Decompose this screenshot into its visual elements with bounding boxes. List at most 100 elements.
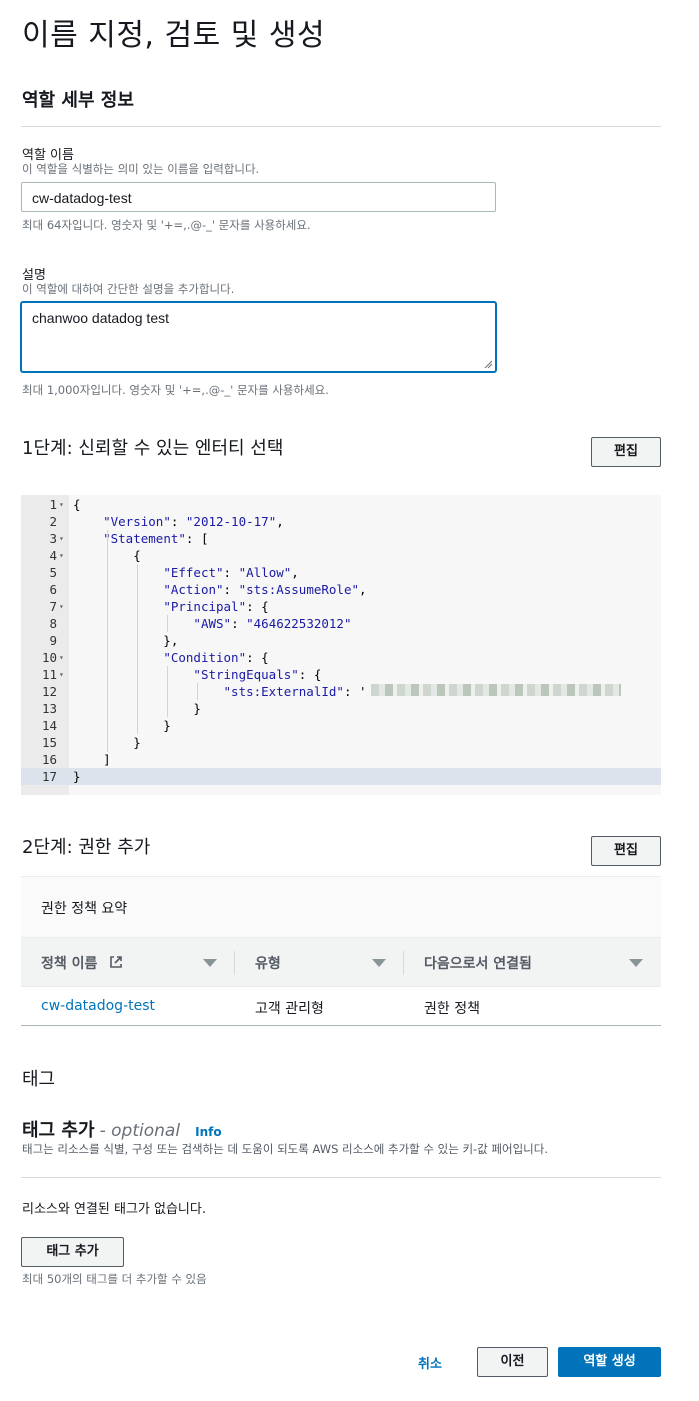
code-line: 5 "Effect": "Allow",: [21, 564, 661, 581]
line-number: 5: [49, 565, 57, 580]
role-description-hint: 최대 1,000자입니다. 영숫자 및 '+=,.@-_' 문자를 사용하세요.: [22, 383, 329, 397]
line-number: 17: [41, 769, 57, 784]
line-number: 15: [41, 735, 57, 750]
code-line: 1 ▾ {: [21, 496, 661, 513]
fold-toggle-icon[interactable]: ▾: [59, 666, 64, 683]
permissions-summary-table: 권한 정책 요약 정책 이름 유형 다음으로서 연결됨 cw-datadog-t…: [21, 876, 661, 1026]
policy-name-link[interactable]: cw-datadog-test: [41, 998, 155, 1014]
code-line: 10 ▾ "Condition": {: [21, 649, 661, 666]
code-line: 9 },: [21, 632, 661, 649]
info-link[interactable]: Info: [195, 1125, 221, 1139]
divider: [21, 126, 661, 127]
role-name-description: 이 역할을 식별하는 의미 있는 이름을 입력합니다.: [22, 162, 260, 176]
previous-button[interactable]: 이전: [477, 1347, 548, 1377]
line-number: 16: [41, 752, 57, 767]
code-text: "AWS": "464622532012": [193, 616, 352, 631]
step1-edit-button[interactable]: 편집: [591, 437, 661, 467]
code-line: 15 }: [21, 734, 661, 751]
indent-guide: [107, 530, 108, 752]
trust-policy-code-editor[interactable]: 1 ▾{2 "Version": "2012-10-17", 3 ▾ "Stateme…: [21, 495, 661, 795]
code-line: 3 ▾ "Statement": [: [21, 530, 661, 547]
sort-caret-icon[interactable]: [629, 959, 643, 967]
cancel-button[interactable]: 취소: [418, 1353, 442, 1372]
role-description-description: 이 역할에 대하여 간단한 설명을 추가합니다.: [22, 282, 235, 296]
column-separator: [403, 951, 404, 975]
role-details-heading: 역할 세부 정보: [22, 90, 134, 111]
code-text: {: [73, 497, 81, 512]
column-type[interactable]: 유형: [255, 953, 281, 973]
line-number: 9: [49, 633, 57, 648]
policy-type: 고객 관리형: [255, 1001, 324, 1017]
create-role-button[interactable]: 역할 생성: [558, 1347, 661, 1377]
no-tags-text: 리소스와 연결된 태그가 없습니다.: [22, 1202, 206, 1217]
line-number: 11: [41, 667, 57, 682]
code-text: "Action": "sts:AssumeRole",: [163, 582, 367, 597]
code-line: 4 ▾ {: [21, 547, 661, 564]
fold-toggle-icon[interactable]: ▾: [59, 547, 64, 564]
line-number: 3: [49, 531, 57, 546]
code-line: 16 ]: [21, 751, 661, 768]
fold-toggle-icon[interactable]: ▾: [59, 649, 64, 666]
column-policy-name[interactable]: 정책 이름: [41, 953, 97, 973]
code-line: 17}: [21, 768, 661, 785]
code-text: "sts:ExternalId": ': [223, 684, 367, 699]
add-tags-heading: 태그 추가 - optional Info: [22, 1116, 222, 1142]
line-number: 1: [49, 497, 57, 512]
code-text: }: [73, 718, 171, 733]
optional-label: - optional: [99, 1121, 181, 1141]
code-text: "Version": "2012-10-17",: [103, 514, 284, 529]
sort-caret-icon[interactable]: [372, 959, 386, 967]
code-text: "Condition": {: [163, 650, 269, 665]
code-line: 13 }: [21, 700, 661, 717]
code-line: 6 "Action": "sts:AssumeRole",: [21, 581, 661, 598]
column-header-row: 정책 이름 유형 다음으로서 연결됨: [21, 937, 661, 987]
line-number: 2: [49, 514, 57, 529]
add-tags-title: 태그 추가: [22, 1120, 95, 1141]
code-text: "Principal": {: [163, 599, 269, 614]
table-row: cw-datadog-test 고객 관리형 권한 정책: [21, 987, 661, 1027]
column-separator: [234, 951, 235, 975]
page-title: 이름 지정, 검토 및 생성: [22, 18, 326, 53]
resize-grip-icon[interactable]: [484, 360, 492, 368]
code-line: 7 ▾ "Principal": {: [21, 598, 661, 615]
code-line: 8 "AWS": "464622532012": [21, 615, 661, 632]
code-text: ]: [73, 752, 111, 767]
line-number: 8: [49, 616, 57, 631]
add-tag-button[interactable]: 태그 추가: [21, 1237, 124, 1267]
step1-heading: 1단계: 신뢰할 수 있는 엔터티 선택: [22, 438, 284, 459]
external-link-icon: [110, 956, 122, 968]
redacted-external-id: [371, 684, 621, 696]
tag-limit-hint: 최대 50개의 태그를 더 추가할 수 있음: [22, 1272, 207, 1286]
code-text: "StringEquals": {: [193, 667, 322, 682]
code-line: 2 "Version": "2012-10-17",: [21, 513, 661, 530]
step2-edit-button[interactable]: 편집: [591, 836, 661, 866]
table-title: 권한 정책 요약: [41, 901, 128, 917]
line-number: 10: [41, 650, 57, 665]
code-text: },: [73, 633, 179, 648]
step2-heading: 2단계: 권한 추가: [22, 837, 151, 858]
line-number: 14: [41, 718, 57, 733]
code-text: "Statement": [: [103, 531, 209, 546]
tags-section-label: 태그: [22, 1069, 56, 1090]
tags-description: 태그는 리소스를 식별, 구성 또는 검색하는 데 도움이 되도록 AWS 리소…: [22, 1142, 548, 1156]
code-line: 14 }: [21, 717, 661, 734]
fold-toggle-icon[interactable]: ▾: [59, 598, 64, 615]
role-description-textarea[interactable]: chanwoo datadog test: [21, 302, 496, 372]
code-line: 11 ▾ "StringEquals": {: [21, 666, 661, 683]
divider: [21, 1177, 661, 1178]
indent-guide: [167, 615, 168, 632]
role-name-hint: 최대 64자입니다. 영숫자 및 '+=,.@-_' 문자를 사용하세요.: [22, 218, 311, 232]
indent-guide: [197, 683, 198, 700]
sort-caret-icon[interactable]: [203, 959, 217, 967]
line-number: 12: [41, 684, 57, 699]
code-text: }: [73, 769, 81, 784]
policy-attached-as: 권한 정책: [424, 1001, 480, 1017]
column-attached-as[interactable]: 다음으로서 연결됨: [424, 953, 532, 973]
fold-toggle-icon[interactable]: ▾: [59, 496, 64, 513]
role-name-input[interactable]: cw-datadog-test: [21, 182, 496, 212]
fold-toggle-icon[interactable]: ▾: [59, 530, 64, 547]
role-description-value: chanwoo datadog test: [32, 310, 169, 326]
indent-guide: [137, 564, 138, 734]
line-number: 6: [49, 582, 57, 597]
indent-guide: [167, 666, 168, 717]
